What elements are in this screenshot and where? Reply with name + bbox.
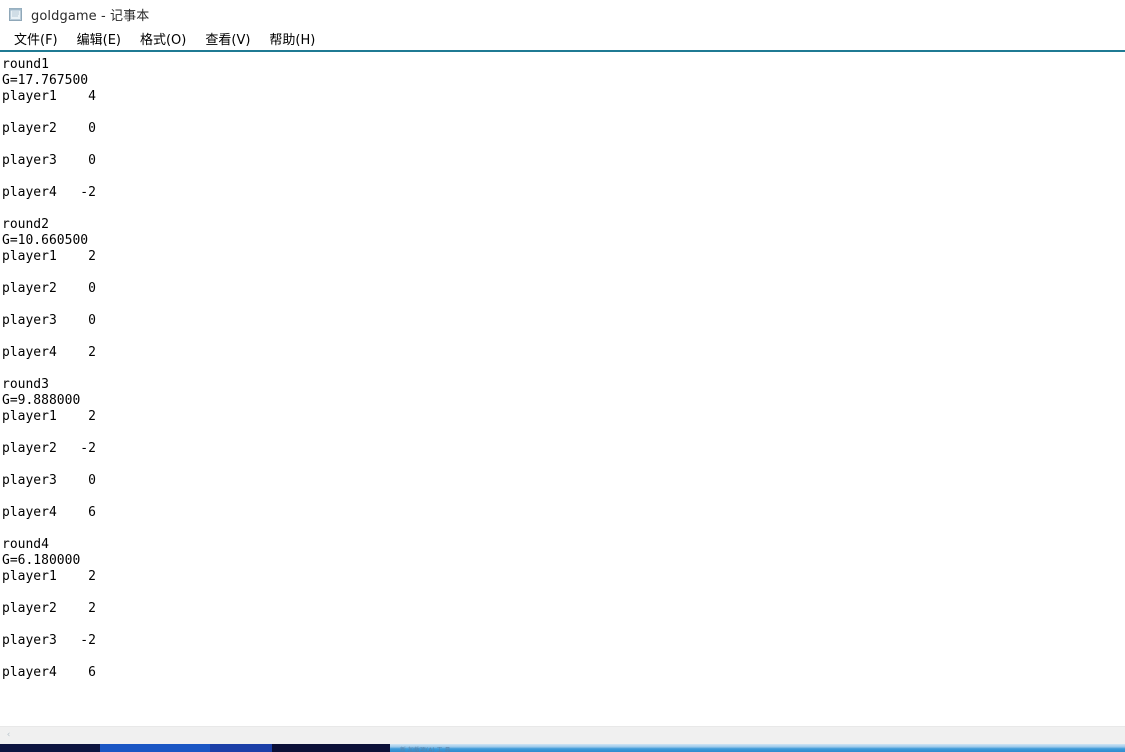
document-line: player3 0: [2, 313, 96, 328]
document-blank-line: [2, 137, 1125, 153]
document-line: player2 0: [2, 281, 96, 296]
document-blank-line: [2, 361, 1125, 377]
document-line: player1 2: [2, 409, 96, 424]
menu-item-format[interactable]: 格式(O): [132, 28, 194, 50]
document-line: G=10.660500: [2, 233, 89, 248]
horizontal-scrollbar[interactable]: ‹: [0, 726, 1125, 744]
document-line: player3 0: [2, 473, 96, 488]
menu-item-view[interactable]: 查看(V): [197, 28, 258, 50]
taskbar-segment: [0, 744, 100, 752]
document-blank-line: [2, 169, 1125, 185]
document-blank-line: [2, 329, 1125, 345]
document-line: player4 2: [2, 345, 96, 360]
scroll-left-arrow-icon[interactable]: ‹: [0, 727, 17, 744]
document-line: G=17.767500: [2, 73, 89, 88]
document-line: player2 2: [2, 601, 96, 616]
document-blank-line: [2, 457, 1125, 473]
document-blank-line: [2, 585, 1125, 601]
document-blank-line: [2, 649, 1125, 665]
taskbar-window-sliver: [390, 744, 1125, 752]
document-line: player1 2: [2, 569, 96, 584]
document-line: G=9.888000: [2, 393, 81, 408]
notepad-icon: [8, 6, 24, 22]
document-line: player4 6: [2, 665, 96, 680]
menu-bar: 文件(F) 编辑(E) 格式(O) 查看(V) 帮助(H): [0, 28, 1125, 50]
taskbar-segment: [100, 744, 210, 752]
document-line: round3: [2, 377, 49, 392]
document-blank-line: [2, 105, 1125, 121]
document-line: round4: [2, 537, 49, 552]
taskbar-segment: [210, 744, 272, 752]
document-line: player1 4: [2, 89, 96, 104]
document-line: player3 -2: [2, 633, 96, 648]
document-line: player3 0: [2, 153, 96, 168]
taskbar-ghost-text: 新 加载项(A) 工 具: [400, 747, 451, 752]
document-line: player2 0: [2, 121, 96, 136]
taskbar-sliver: 新 加载项(A) 工 具: [0, 744, 1125, 752]
menu-item-file[interactable]: 文件(F): [6, 28, 66, 50]
document-line: round2: [2, 217, 49, 232]
window-title: goldgame - 记事本: [31, 8, 150, 24]
document-blank-line: [2, 201, 1125, 217]
scrollbar-track[interactable]: [17, 727, 1125, 744]
document-line: round1: [2, 57, 49, 72]
document-line: player4 6: [2, 505, 96, 520]
taskbar-segment: [272, 744, 390, 752]
text-editor-area[interactable]: round1 G=17.767500 player1 4 player2 0 pla…: [0, 52, 1125, 726]
document-blank-line: [2, 265, 1125, 281]
document-line: player2 -2: [2, 441, 96, 456]
document-blank-line: [2, 521, 1125, 537]
menu-item-edit[interactable]: 编辑(E): [69, 28, 129, 50]
document-blank-line: [2, 297, 1125, 313]
title-bar[interactable]: goldgame - 记事本: [0, 0, 1125, 28]
document-line: player1 2: [2, 249, 96, 264]
notepad-window: goldgame - 记事本 文件(F) 编辑(E) 格式(O) 查看(V) 帮…: [0, 0, 1125, 752]
document-text[interactable]: round1 G=17.767500 player1 4 player2 0 pla…: [2, 57, 1125, 681]
document-blank-line: [2, 425, 1125, 441]
document-blank-line: [2, 617, 1125, 633]
document-line: G=6.180000: [2, 553, 81, 568]
menu-item-help[interactable]: 帮助(H): [261, 28, 323, 50]
document-blank-line: [2, 489, 1125, 505]
document-line: player4 -2: [2, 185, 96, 200]
